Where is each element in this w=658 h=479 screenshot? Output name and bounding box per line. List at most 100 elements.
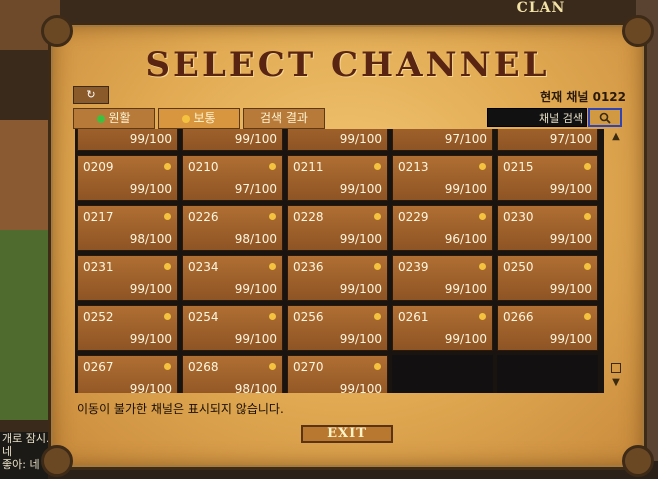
tab-label: 원활 bbox=[108, 111, 131, 125]
channel-cell[interactable]: 0226 98/100 bbox=[182, 205, 283, 251]
status-dot-icon bbox=[269, 263, 276, 270]
dialog-title: SELECT CHANNEL bbox=[145, 45, 550, 85]
channel-cell[interactable]: 99/100 bbox=[182, 129, 283, 151]
status-dot-icon bbox=[164, 213, 171, 220]
clan-label[interactable]: CLAN bbox=[506, 0, 576, 16]
channel-cell[interactable]: 0266 99/100 bbox=[497, 305, 598, 351]
channel-cell[interactable]: 97/100 bbox=[497, 129, 598, 151]
channel-capacity: 99/100 bbox=[234, 282, 277, 296]
channel-capacity: 99/100 bbox=[444, 282, 487, 296]
status-dot-icon bbox=[269, 313, 276, 320]
channel-number: 0239 bbox=[398, 260, 429, 274]
tab-label: 보통 bbox=[193, 111, 216, 125]
status-dot-icon bbox=[584, 263, 591, 270]
channel-number: 0252 bbox=[83, 310, 114, 324]
status-dot-icon bbox=[584, 163, 591, 170]
exit-button[interactable]: EXIT bbox=[301, 425, 393, 443]
status-dot-icon bbox=[164, 363, 171, 370]
scrollbar[interactable]: ▲ ▼ bbox=[610, 131, 622, 389]
channel-number: 0266 bbox=[503, 310, 534, 324]
refresh-button[interactable]: ↻ bbox=[73, 86, 109, 104]
empty-slot bbox=[392, 355, 493, 393]
status-dot-icon bbox=[269, 363, 276, 370]
status-dot-icon bbox=[479, 163, 486, 170]
channel-capacity: 99/100 bbox=[549, 332, 592, 346]
channel-capacity: 97/100 bbox=[444, 132, 487, 146]
chat-line: 개로 잠시.. bbox=[2, 432, 48, 445]
status-dot-icon bbox=[479, 313, 486, 320]
channel-cell[interactable]: 0261 99/100 bbox=[392, 305, 493, 351]
channel-number: 0256 bbox=[293, 310, 324, 324]
channel-cell[interactable]: 0229 96/100 bbox=[392, 205, 493, 251]
current-channel: 현재 채널 0122 bbox=[540, 88, 626, 105]
channel-capacity: 98/100 bbox=[234, 382, 277, 393]
channel-cell[interactable]: 0267 99/100 bbox=[77, 355, 178, 393]
channel-cell[interactable]: 0256 99/100 bbox=[287, 305, 388, 351]
magnifier-icon bbox=[599, 112, 611, 124]
tab-smooth[interactable]: 원활 bbox=[73, 108, 155, 129]
corner-ornament bbox=[41, 445, 73, 477]
channel-cell[interactable]: 0268 98/100 bbox=[182, 355, 283, 393]
channel-cell[interactable]: 0234 99/100 bbox=[182, 255, 283, 301]
search-button[interactable] bbox=[588, 108, 622, 127]
channel-number: 0209 bbox=[83, 160, 114, 174]
scroll-up-icon[interactable]: ▲ bbox=[610, 131, 622, 143]
status-dot-icon bbox=[269, 163, 276, 170]
status-dot-icon bbox=[374, 313, 381, 320]
channel-cell[interactable]: 0217 98/100 bbox=[77, 205, 178, 251]
corner-ornament bbox=[622, 15, 654, 47]
channel-capacity: 99/100 bbox=[129, 182, 172, 196]
channel-number: 0229 bbox=[398, 210, 429, 224]
tab-label: 검색 결과 bbox=[260, 111, 308, 125]
channel-capacity: 99/100 bbox=[234, 132, 277, 146]
channel-capacity: 97/100 bbox=[234, 182, 277, 196]
status-dot-icon bbox=[584, 213, 591, 220]
tab-normal[interactable]: 보통 bbox=[158, 108, 240, 129]
channel-capacity: 99/100 bbox=[549, 232, 592, 246]
channel-cell[interactable]: 0213 99/100 bbox=[392, 155, 493, 201]
current-channel-value: 0122 bbox=[592, 90, 626, 104]
channel-capacity: 98/100 bbox=[129, 232, 172, 246]
channel-cell[interactable]: 0270 99/100 bbox=[287, 355, 388, 393]
channel-number: 0234 bbox=[188, 260, 219, 274]
channel-number: 0231 bbox=[83, 260, 114, 274]
channel-cell[interactable]: 97/100 bbox=[392, 129, 493, 151]
channel-cell[interactable]: 0209 99/100 bbox=[77, 155, 178, 201]
channel-number: 0217 bbox=[83, 210, 114, 224]
channel-cell[interactable]: 0211 99/100 bbox=[287, 155, 388, 201]
scroll-thumb[interactable] bbox=[611, 363, 621, 373]
channel-capacity: 99/100 bbox=[339, 382, 382, 393]
channel-cell[interactable]: 0236 99/100 bbox=[287, 255, 388, 301]
channel-cell[interactable]: 0228 99/100 bbox=[287, 205, 388, 251]
status-dot-icon bbox=[164, 313, 171, 320]
channel-number: 0268 bbox=[188, 360, 219, 374]
channel-cell[interactable]: 0210 97/100 bbox=[182, 155, 283, 201]
channel-cell[interactable]: 0215 99/100 bbox=[497, 155, 598, 201]
channel-cell[interactable]: 0230 99/100 bbox=[497, 205, 598, 251]
channel-cell[interactable]: 0254 99/100 bbox=[182, 305, 283, 351]
scroll-down-icon[interactable]: ▼ bbox=[610, 377, 622, 389]
channel-cell[interactable]: 99/100 bbox=[77, 129, 178, 151]
channel-number: 0210 bbox=[188, 160, 219, 174]
channel-cell[interactable]: 0239 99/100 bbox=[392, 255, 493, 301]
status-dot-icon bbox=[479, 213, 486, 220]
tab-search-results[interactable]: 검색 결과 bbox=[243, 108, 325, 129]
channel-number: 0230 bbox=[503, 210, 534, 224]
channel-search-input[interactable]: 채널 검색 bbox=[487, 108, 587, 127]
channel-cell[interactable]: 0252 99/100 bbox=[77, 305, 178, 351]
channel-number: 0236 bbox=[293, 260, 324, 274]
status-dot-icon bbox=[269, 213, 276, 220]
channel-cell[interactable]: 0231 99/100 bbox=[77, 255, 178, 301]
status-dot-icon bbox=[97, 114, 106, 123]
channel-cell[interactable]: 0250 99/100 bbox=[497, 255, 598, 301]
channel-grid: 99/100 99/100 99/100 97/100 97/100 0209 99/100… bbox=[75, 129, 604, 393]
current-channel-label: 현재 채널 bbox=[540, 90, 589, 104]
channel-capacity: 98/100 bbox=[234, 232, 277, 246]
channel-number: 0213 bbox=[398, 160, 429, 174]
channel-cell[interactable]: 99/100 bbox=[287, 129, 388, 151]
channel-capacity: 96/100 bbox=[444, 232, 487, 246]
status-dot-icon bbox=[584, 313, 591, 320]
channel-number: 0254 bbox=[188, 310, 219, 324]
channel-capacity: 99/100 bbox=[549, 282, 592, 296]
select-channel-dialog: SELECT CHANNEL ↻ 원활 보통 검색 결과 현재 채널 0122 … bbox=[41, 15, 654, 477]
